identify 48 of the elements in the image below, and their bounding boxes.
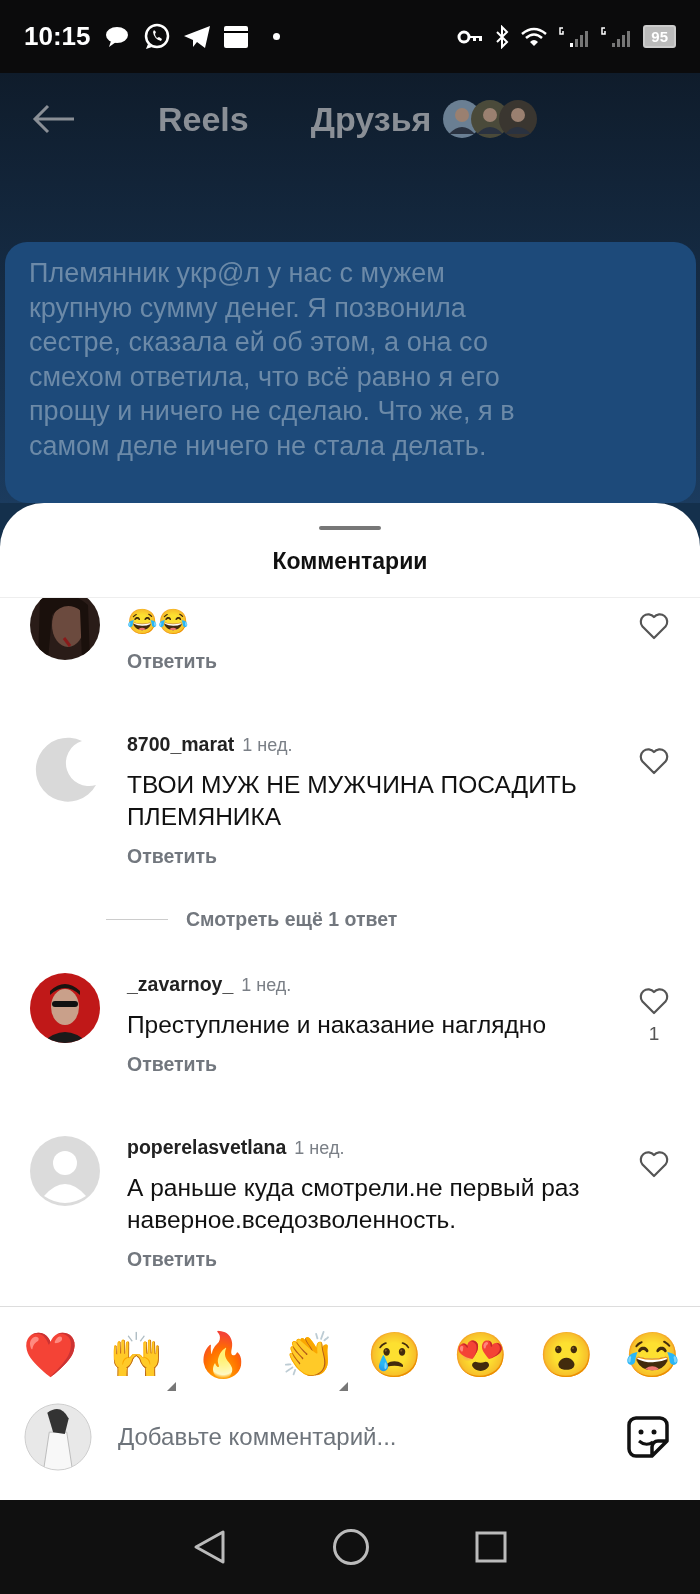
signal-icon bbox=[601, 25, 632, 48]
phone-bubble-icon bbox=[142, 22, 171, 51]
wifi-icon bbox=[521, 26, 548, 47]
sticker-icon[interactable] bbox=[626, 1415, 670, 1459]
sheet-title: Комментарии bbox=[0, 530, 700, 598]
view-more-replies-link[interactable]: Смотреть ещё 1 ответ bbox=[186, 908, 398, 931]
reply-link[interactable]: Ответить bbox=[127, 1053, 218, 1114]
comment-text: ТВОИ МУЖ НЕ МУЖЧИНА ПОСАДИТЬ ПЛЕМЯНИКА bbox=[127, 770, 578, 832]
paper-plane-icon bbox=[182, 24, 211, 49]
bluetooth-icon bbox=[495, 24, 510, 49]
more-options-icon[interactable] bbox=[339, 1382, 348, 1391]
chat-bubble-icon bbox=[104, 25, 131, 48]
drag-handle[interactable] bbox=[319, 526, 381, 530]
comment-input[interactable]: Добавьте комментарий... bbox=[118, 1417, 600, 1457]
heart-icon[interactable] bbox=[639, 1150, 669, 1178]
username[interactable]: _zavarnoy_ bbox=[127, 973, 234, 996]
heart-icon[interactable] bbox=[639, 612, 669, 640]
heart-icon[interactable] bbox=[639, 987, 669, 1015]
home-icon[interactable] bbox=[332, 1528, 370, 1566]
like-count: 1 bbox=[648, 1023, 660, 1045]
notification-dot bbox=[272, 33, 280, 40]
comment-time: 1 нед. bbox=[242, 735, 293, 756]
comment-time: 1 нед. bbox=[294, 1138, 345, 1159]
reply-link[interactable]: Ответить bbox=[127, 650, 218, 711]
heart-icon[interactable] bbox=[639, 747, 669, 775]
emoji-reaction[interactable]: ❤ bbox=[18, 1323, 82, 1387]
clock: 10:15 bbox=[24, 21, 91, 52]
signal-icon bbox=[559, 25, 590, 48]
header-tab[interactable]: Друзья bbox=[310, 99, 432, 139]
username[interactable]: 8700_marat bbox=[127, 733, 235, 756]
back-arrow-icon[interactable] bbox=[32, 104, 76, 134]
recents-icon[interactable] bbox=[475, 1531, 508, 1563]
post-text: Племянник укр@л у нас с мужем крупную сумму денег. Я позвонила сестре, сказала ей об этом, а она со смехом ответила, что всё равно я его прощу и ничего не сделаю. Что же, я в самом деле ничего не стала делать. bbox=[29, 258, 515, 461]
comment-text: 😂😂 bbox=[127, 607, 189, 637]
comment-text: А раньше куда смотрели.не первый раз наверное.вседозволенность. bbox=[127, 1173, 581, 1235]
key-icon bbox=[457, 29, 484, 44]
default-avatar-icon bbox=[30, 1136, 100, 1206]
battery-indicator: 95 bbox=[643, 25, 676, 48]
reply-link[interactable]: Ответить bbox=[127, 845, 218, 906]
username[interactable]: poperelasvetlana bbox=[127, 1136, 287, 1159]
back-icon[interactable] bbox=[192, 1529, 227, 1565]
header-tab[interactable]: Reels bbox=[158, 99, 249, 139]
comment-time: 1 нед. bbox=[241, 975, 292, 996]
more-options-icon[interactable] bbox=[167, 1382, 176, 1391]
emoji-reaction[interactable]: 🔥 bbox=[190, 1323, 254, 1387]
card-icon bbox=[222, 24, 249, 49]
reply-link[interactable]: Ответить bbox=[127, 1248, 218, 1306]
comment-text: Преступление и наказание наглядно bbox=[127, 1010, 547, 1040]
